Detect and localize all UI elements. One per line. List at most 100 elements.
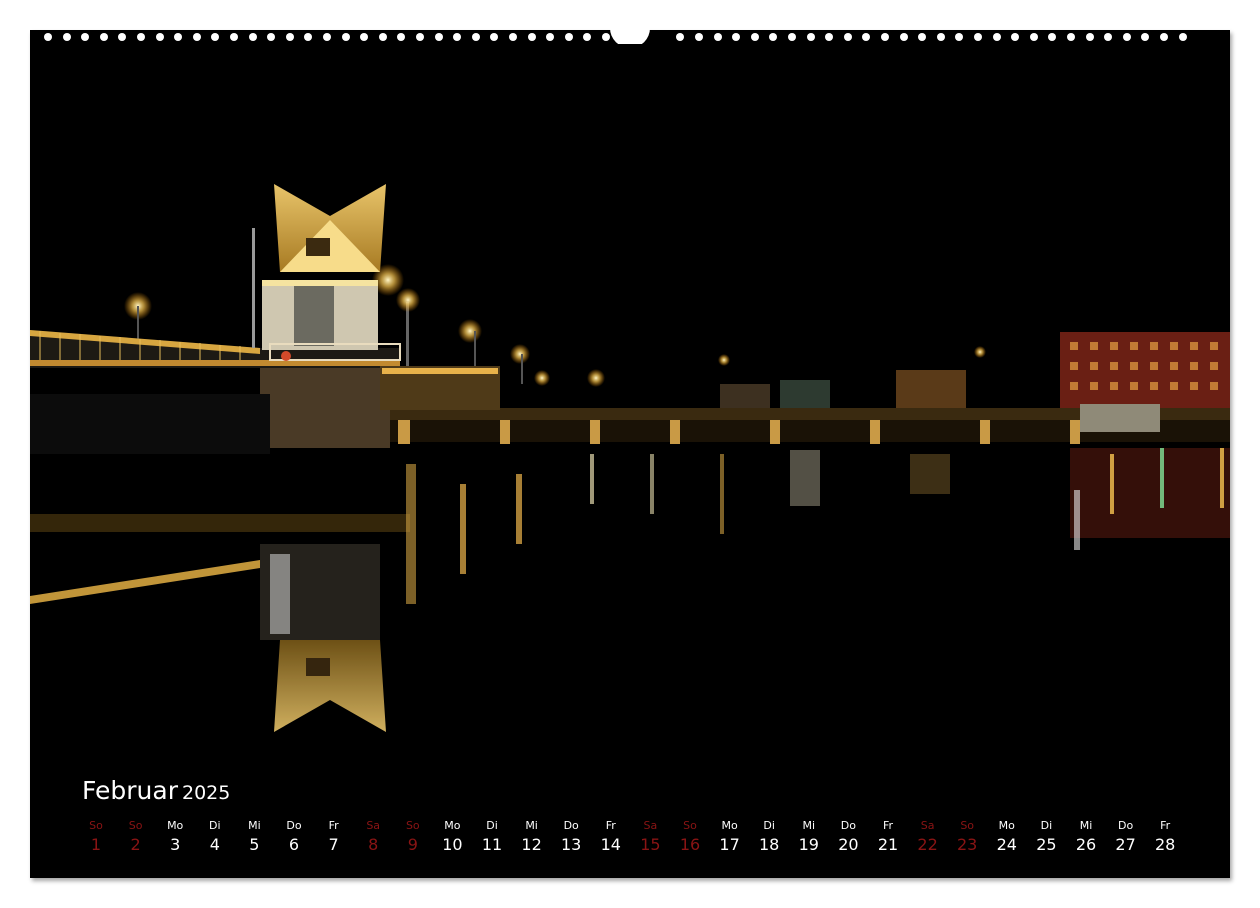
day-number: 5 bbox=[249, 835, 260, 854]
binding-hole bbox=[44, 33, 52, 41]
day-number: 9 bbox=[407, 835, 418, 854]
day-cell: Sa 22 bbox=[908, 818, 948, 856]
binding-hole bbox=[862, 33, 871, 41]
weekday-label: Mi bbox=[248, 819, 261, 832]
weekday-label: Mi bbox=[1079, 819, 1093, 832]
binding-hole bbox=[918, 33, 927, 41]
day-number: 2 bbox=[130, 835, 141, 854]
binding-hole bbox=[769, 33, 778, 41]
binding-hole bbox=[806, 33, 815, 41]
weekday-label: Fr bbox=[328, 819, 339, 832]
weekday-label: Mo bbox=[167, 819, 184, 832]
weekday-label: So bbox=[128, 819, 143, 832]
day-cell: Di 11 bbox=[472, 818, 512, 856]
day-cell: Do 13 bbox=[551, 818, 591, 856]
binding-hole bbox=[843, 33, 852, 41]
binding-hole bbox=[1085, 33, 1094, 41]
day-number: 21 bbox=[877, 835, 899, 854]
weekday-label: Di bbox=[763, 819, 775, 832]
binding-hole bbox=[360, 33, 369, 41]
binding-hole bbox=[1067, 33, 1075, 41]
binding-hole bbox=[62, 33, 71, 41]
day-number: 22 bbox=[917, 835, 938, 854]
day-number: 20 bbox=[838, 835, 859, 854]
day-number: 8 bbox=[368, 835, 379, 854]
binding-hole bbox=[955, 33, 964, 41]
binding-hole bbox=[434, 33, 443, 41]
binding-hole bbox=[248, 33, 257, 41]
day-cell: Di 18 bbox=[749, 818, 789, 856]
day-number: 3 bbox=[170, 835, 181, 854]
binding-hole bbox=[192, 33, 201, 41]
weekday-label: Do bbox=[1117, 819, 1134, 832]
day-cell: So 23 bbox=[947, 818, 987, 856]
day-cell: Mo 17 bbox=[710, 818, 750, 856]
binding-hole bbox=[974, 33, 982, 41]
day-number: 7 bbox=[328, 835, 339, 854]
day-cell: So 1 bbox=[76, 818, 116, 856]
binding-hole bbox=[397, 33, 406, 41]
day-number: 11 bbox=[481, 835, 503, 854]
binding-hole bbox=[1048, 33, 1057, 41]
day-number: 25 bbox=[1036, 835, 1057, 854]
day-number: 12 bbox=[521, 835, 542, 854]
weekday-label: Fr bbox=[882, 819, 894, 832]
day-number: 27 bbox=[1115, 835, 1136, 854]
binding-hole bbox=[174, 33, 183, 41]
binding-hole bbox=[564, 33, 573, 41]
night-harbor-photo bbox=[30, 44, 1230, 804]
binding-hole bbox=[992, 33, 1001, 41]
binding-hole bbox=[304, 33, 313, 41]
day-number: 23 bbox=[957, 835, 978, 854]
binding-hole bbox=[546, 33, 555, 41]
binding-hole bbox=[1122, 33, 1131, 41]
weekday-label: Mo bbox=[444, 819, 461, 832]
binding-hole bbox=[490, 33, 499, 41]
day-number: 16 bbox=[679, 835, 701, 854]
binding-hole bbox=[1178, 33, 1187, 41]
binding-hole bbox=[899, 33, 908, 41]
binding-hole bbox=[230, 33, 238, 41]
day-cell: So 9 bbox=[393, 818, 433, 856]
day-cell: Mo 3 bbox=[155, 818, 195, 856]
binding-hole bbox=[155, 33, 164, 41]
month-year: 2025 bbox=[181, 782, 231, 804]
day-cell: Do 20 bbox=[828, 818, 868, 856]
binding-hole bbox=[137, 33, 145, 41]
weekday-label: Sa bbox=[643, 819, 658, 832]
day-number: 13 bbox=[561, 835, 582, 854]
binding-hole bbox=[323, 33, 331, 41]
day-cell: Fr 7 bbox=[314, 818, 354, 856]
binding-hole bbox=[118, 33, 127, 41]
weekday-label: Di bbox=[486, 819, 498, 832]
month-caption: Februar 2025 bbox=[82, 776, 230, 805]
weekday-label: So bbox=[405, 819, 420, 832]
binding-hole bbox=[825, 33, 834, 41]
day-number: 17 bbox=[719, 835, 740, 854]
weekday-label: Mi bbox=[802, 819, 816, 832]
binding-hole bbox=[602, 33, 610, 41]
weekday-label: Di bbox=[1040, 819, 1053, 832]
day-cell: Fr 14 bbox=[591, 818, 631, 856]
binding-hole bbox=[341, 33, 350, 41]
day-cell: Mo 24 bbox=[987, 818, 1027, 856]
day-number: 14 bbox=[600, 835, 621, 854]
binding-hole bbox=[81, 33, 90, 41]
binding-hole bbox=[1011, 33, 1020, 41]
weekday-label: Fr bbox=[1160, 819, 1171, 832]
day-number: 6 bbox=[288, 835, 300, 854]
weekday-label: So bbox=[960, 819, 975, 832]
binding-hole bbox=[881, 33, 889, 41]
month-name: Februar bbox=[82, 776, 178, 805]
day-cell: Mi 19 bbox=[789, 818, 829, 856]
binding-hole bbox=[676, 33, 685, 41]
binding-hole bbox=[471, 33, 480, 41]
day-number: 15 bbox=[640, 835, 661, 854]
day-cell: Mi 5 bbox=[234, 818, 274, 856]
binding-hole bbox=[732, 33, 741, 41]
day-cell: Mi 12 bbox=[512, 818, 552, 856]
binding-hole bbox=[1104, 33, 1113, 41]
binding-hole bbox=[583, 33, 592, 41]
day-cell: Mo 10 bbox=[432, 818, 472, 856]
binding-hole bbox=[416, 33, 424, 41]
